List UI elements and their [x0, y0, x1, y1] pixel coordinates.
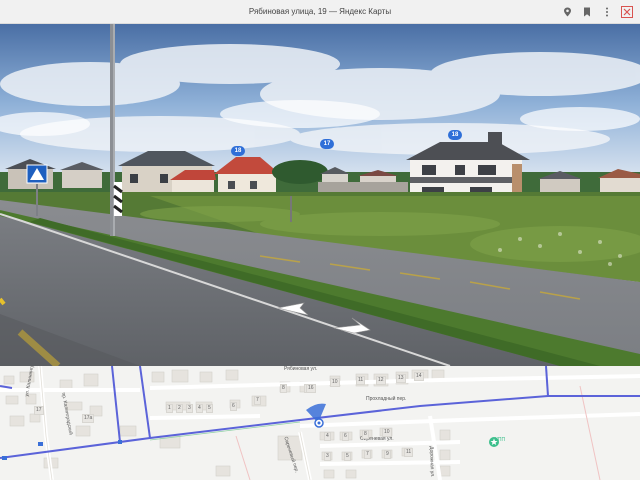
building-number: 5 [344, 452, 351, 461]
building-number: 17 [34, 406, 44, 415]
building-number: 9 [384, 450, 391, 459]
street-label-ryabinovaya: Рябиновая ул. [284, 366, 318, 372]
street-label-prohladny: Прохладный пер. [366, 396, 407, 402]
map-canvas [0, 366, 640, 480]
building-number: 11 [356, 376, 366, 385]
arrow-left-icon [277, 302, 309, 316]
house-number-marker[interactable]: 18 [448, 130, 462, 140]
building-number: 8 [280, 384, 287, 393]
building-number: 13 [396, 374, 406, 383]
more-vert-icon[interactable] [600, 5, 614, 19]
building-number: 4 [324, 432, 331, 441]
building-number: 7 [254, 396, 261, 405]
titlebar-actions [560, 0, 634, 24]
building-number: 14 [414, 372, 424, 381]
building-number: 2 [176, 404, 183, 413]
building-number: 7 [364, 450, 371, 459]
street-panorama[interactable]: 18 18 17 [0, 24, 640, 366]
street-label-dorozhnaya: Дорожная ул. [428, 446, 436, 478]
building-number: 12 [376, 376, 386, 385]
window-titlebar: Рябиновая улица, 19 — Яндекс Карты [0, 0, 640, 24]
poi-checkpoint-icon [489, 437, 499, 447]
building-number: 17а [82, 414, 95, 423]
building-number: 6 [230, 402, 237, 411]
building-number: 10 [382, 428, 392, 437]
building-number: 11 [404, 448, 414, 457]
poi-kpp[interactable]: КПП [488, 436, 512, 447]
panorama-scene [0, 24, 640, 366]
house-number-marker[interactable]: 17 [320, 139, 334, 149]
window-title: Рябиновая улица, 19 — Яндекс Карты [248, 7, 392, 16]
bookmark-icon[interactable] [580, 5, 594, 19]
building-number: 6 [342, 432, 349, 441]
building-number: 16 [306, 384, 316, 393]
house-number-marker[interactable]: 18 [231, 146, 245, 156]
arrow-right-icon [333, 317, 371, 334]
building-number: 3 [324, 452, 331, 461]
close-icon[interactable] [620, 5, 634, 19]
building-number: 8 [362, 430, 369, 439]
building-number: 10 [330, 378, 340, 387]
location-pin-icon[interactable] [560, 5, 574, 19]
building-number: 5 [206, 404, 213, 413]
building-number: 4 [196, 404, 203, 413]
mini-map[interactable]: Рябиновая ул. Прохладный пер. Сиреневая … [0, 366, 640, 480]
building-number: 3 [186, 404, 193, 413]
building-number: 1 [166, 404, 173, 413]
